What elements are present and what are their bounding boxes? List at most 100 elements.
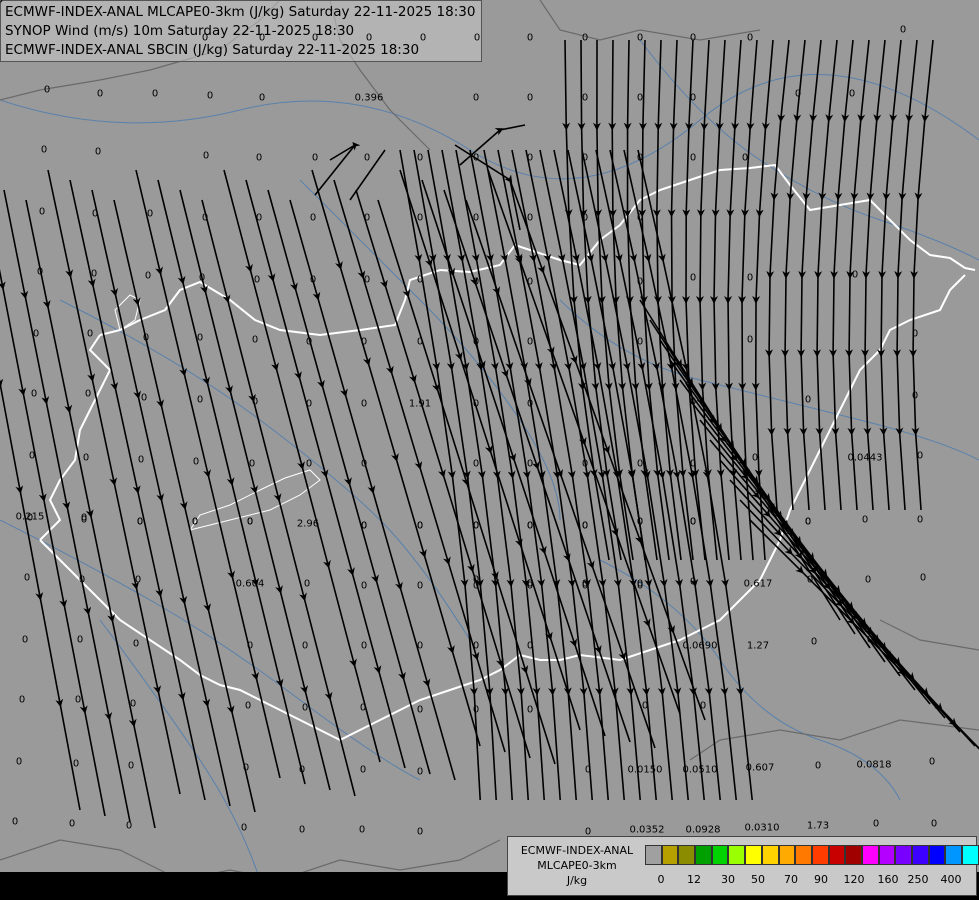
sbcin-value-label: 0 [43,84,51,96]
sbcin-value-label: 0 [699,700,707,712]
sbcin-value-label: 0 [526,640,534,652]
legend-tick-label: 70 [784,873,798,886]
wind-streamline [539,149,642,801]
legend-title-param: MLCAPE0-3km [537,859,617,872]
wind-streamline [710,39,730,561]
legend-tick-label: 90 [814,873,828,886]
sbcin-value-label: 0 [526,212,534,224]
sbcin-value-label: 0 [689,272,697,284]
sbcin-value-label: 0 [255,152,263,164]
sbcin-value-label: 0 [305,458,313,470]
legend-swatch [878,845,896,865]
sbcin-value-label: 0 [151,88,159,100]
sbcin-value-label: 0 [472,276,480,288]
sbcin-value-label: 0 [741,152,749,164]
sbcin-value-label: 0 [84,388,92,400]
wind-streamline [749,519,979,750]
sbcin-value-label: 0 [473,32,481,44]
sbcin-value-label: 0 [472,212,480,224]
sbcin-value-label: 0 [23,572,31,584]
sbcin-value-label: 0 [360,640,368,652]
sbcin-value-label: 2.96 [296,518,320,530]
sbcin-value-label: 0 [311,152,319,164]
sbcin-value-label: 0 [416,580,424,592]
wind-streamline [509,179,706,721]
sbcin-value-label: 0 [144,270,152,282]
wind-streamline [91,189,231,807]
sbcin-value-label: 0 [584,764,592,776]
sbcin-value-label: 0 [848,88,856,100]
wind-streamline [427,149,514,801]
sbcin-value-label: 0 [68,818,76,830]
legend-unit: J/kg [566,874,588,887]
sbcin-value-label: 0 [298,824,306,836]
sbcin-value-label: 0 [137,454,145,466]
wind-streamline [595,149,706,801]
sbcin-value-label: 0 [309,212,317,224]
legend-swatch [761,845,779,865]
sbcin-value-label: 0 [526,704,534,716]
sbcin-value-label: 0 [146,208,154,220]
sbcin-value-label: 0 [360,336,368,348]
sbcin-value-label: 0 [298,764,306,776]
sbcin-value-label: 0 [311,32,319,44]
sbcin-value-label: 0 [636,336,644,348]
sbcin-value-label: 0 [416,704,424,716]
sbcin-value-label: 0 [416,520,424,532]
sbcin-value-label: 0.0310 [744,822,780,834]
sbcin-value-label: 0 [581,92,589,104]
sbcin-value-label: 0 [78,574,86,586]
sbcin-value-label: 0 [581,32,589,44]
sbcin-value-label: 0 [196,394,204,406]
sbcin-value-label: 0 [814,760,822,772]
sbcin-value-label: 0 [96,88,104,100]
sbcin-value-label: 0 [90,268,98,280]
sbcin-value-label: 0 [526,580,534,592]
sbcin-value-label: 0 [526,276,534,288]
sbcin-value-label: 0 [240,822,248,834]
sbcin-value-label: 0 [636,516,644,528]
sbcin-value-label: 0 [916,450,924,462]
sbcin-value-label: 0 [472,152,480,164]
legend-tick-label: 120 [843,873,865,886]
sbcin-value-label: 0 [911,390,919,402]
sbcin-value-label: 0 [872,818,880,830]
sbcin-value-label: 0 [127,760,135,772]
synop-wind-streamline-map[interactable] [0,0,979,900]
sbcin-value-label: 0 [641,700,649,712]
sbcin-value-label: 0 [689,152,697,164]
sbcin-value-label: 0 [636,580,644,592]
sbcin-value-label: 0 [851,269,859,281]
wind-streamline [399,149,482,801]
sbcin-value-label: 0.215 [15,511,45,523]
sbcin-value-label: 0.0510 [682,764,718,776]
sbcin-value-label: 0 [416,826,424,838]
sbcin-value-label: 0 [248,458,256,470]
sbcin-value-label: 0 [746,334,754,346]
legend-swatch [661,845,679,865]
sbcin-value-label: 0 [472,640,480,652]
sbcin-value-label: 0 [206,90,214,102]
sbcin-value-label: 0 [636,152,644,164]
sbcin-value-label: 0 [36,266,44,278]
sbcin-value-label: 0 [689,32,697,44]
sbcin-value-label: 0 [305,336,313,348]
legend-tick-label: 50 [751,873,765,886]
sbcin-value-label: 0 [309,274,317,286]
sbcin-value-label: 0 [419,32,427,44]
sbcin-value-label: 0 [359,764,367,776]
legend-swatch [811,845,829,865]
sbcin-value-label: 0 [636,92,644,104]
sbcin-value-label: 0 [526,398,534,410]
sbcin-value-label: 0 [358,824,366,836]
sbcin-value-label: 0 [18,694,26,706]
sbcin-value-label: 0 [201,32,209,44]
sbcin-value-label: 0 [192,456,200,468]
sbcin-value-label: 0 [864,574,872,586]
wind-streamline [909,39,934,511]
sbcin-value-label: 0 [928,756,936,768]
sbcin-value-label: 0 [581,520,589,532]
sbcin-value-label: 0 [125,820,133,832]
sbcin-value-label: 0 [303,578,311,590]
sbcin-value-label: 0 [246,516,254,528]
